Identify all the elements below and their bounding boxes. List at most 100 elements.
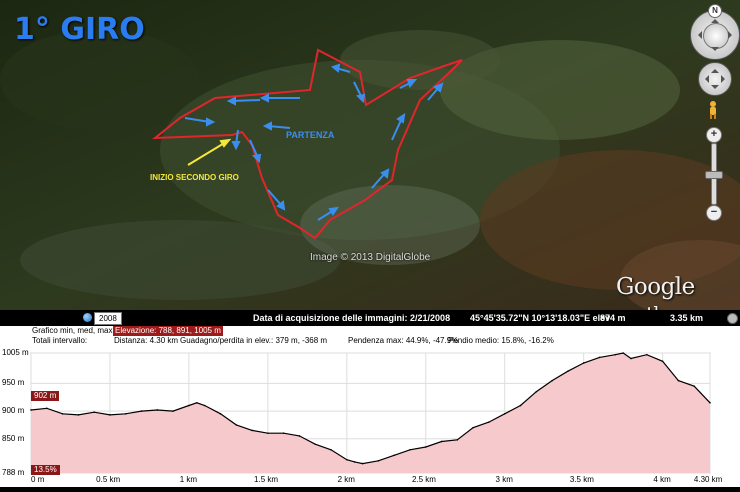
stats-label: Grafico min, med, max: bbox=[32, 326, 115, 335]
elevation-chart[interactable]: 902 m 13.5% 1005 m 950 m 900 m 850 m 788 m 0 … bbox=[0, 347, 740, 487]
elevation-point bbox=[361, 462, 364, 465]
look-right-arrow-icon[interactable] bbox=[721, 75, 729, 83]
elevation-profile-panel[interactable]: Grafico min, med, max: Elevazione: 788, … bbox=[0, 326, 740, 487]
elevation-point bbox=[109, 414, 111, 416]
status-bar: 2008 Data di acquisizione delle immagini… bbox=[0, 310, 740, 326]
elevation-chart-svg[interactable] bbox=[0, 347, 740, 487]
elevation-point bbox=[614, 353, 617, 356]
elevation-point bbox=[661, 360, 664, 363]
look-up-arrow-icon[interactable] bbox=[711, 65, 719, 73]
zoom-out-button[interactable]: − bbox=[706, 205, 722, 221]
satellite-map[interactable]: 1° GIRO PARTENZA INIZIO SECONDO GIRO Ima… bbox=[0, 0, 740, 310]
nav-left-arrow-icon[interactable] bbox=[694, 31, 702, 39]
pointer-elevation: 874 m bbox=[600, 313, 626, 323]
elevation-point bbox=[488, 421, 490, 423]
profile-header-stats: Grafico min, med, max: Elevazione: 788, … bbox=[0, 326, 740, 336]
elevation-stats[interactable]: Elevazione: 788, 891, 1005 m bbox=[113, 326, 223, 336]
elevation-point bbox=[440, 440, 443, 443]
elevation-point bbox=[235, 424, 238, 426]
elevation-point bbox=[393, 454, 395, 457]
logo-product: earth bbox=[616, 303, 666, 310]
north-icon[interactable]: N bbox=[708, 4, 722, 18]
elevation-point bbox=[630, 357, 632, 360]
cursor-slope-tag: 13.5% bbox=[31, 465, 60, 475]
elevation-point bbox=[472, 426, 474, 429]
look-left-arrow-icon[interactable] bbox=[701, 75, 709, 83]
elevation-point bbox=[503, 413, 506, 415]
x-tick-label: 1.5 km bbox=[254, 475, 279, 484]
x-tick-label: 2 km bbox=[337, 475, 355, 484]
elevation-point bbox=[330, 448, 332, 451]
nav-right-arrow-icon[interactable] bbox=[728, 31, 736, 39]
elevation-point bbox=[567, 370, 569, 373]
elevation-point bbox=[598, 356, 601, 359]
acquisition-date: Data di acquisizione delle immagini: 2/2… bbox=[253, 313, 451, 323]
zoom-in-button[interactable]: + bbox=[706, 127, 722, 143]
elevation-point bbox=[677, 379, 680, 382]
y-tick-label: 788 m bbox=[2, 468, 25, 477]
elevation-point bbox=[551, 379, 553, 382]
streaming-indicator-icon bbox=[727, 313, 738, 324]
google-earth-logo: Google earth bbox=[616, 274, 740, 310]
navigation-center[interactable] bbox=[703, 23, 729, 49]
elevation-point bbox=[353, 461, 356, 463]
elevation-point bbox=[156, 409, 159, 411]
nav-down-arrow-icon[interactable] bbox=[711, 47, 719, 55]
zoom-slider-thumb[interactable] bbox=[705, 171, 723, 179]
elevation-point bbox=[30, 409, 32, 411]
x-tick-label: 3 km bbox=[495, 475, 513, 484]
map-title: 1° GIRO bbox=[14, 12, 145, 47]
elevation-point bbox=[219, 413, 222, 415]
elevation-point bbox=[188, 404, 190, 407]
elevation-point bbox=[519, 404, 522, 407]
y-tick-label: 850 m bbox=[2, 433, 25, 443]
x-tick-label: 0 m bbox=[31, 475, 45, 484]
historical-imagery-icon[interactable] bbox=[83, 313, 92, 322]
elevation-point bbox=[282, 432, 285, 434]
elevation-point bbox=[622, 352, 624, 354]
elevation-point bbox=[693, 385, 696, 387]
elevation-point bbox=[409, 448, 411, 451]
elevation-point bbox=[535, 390, 538, 393]
inizio-secondo-giro-label: INIZIO SECONDO GIRO bbox=[150, 173, 239, 182]
elevation-point bbox=[267, 432, 269, 434]
elevation-point bbox=[203, 404, 206, 407]
elevation-gain-loss: Guadagno/perdita in elev.: 379 m, -368 m bbox=[180, 336, 328, 345]
average-slope: Pendio medio: 15.8%, -16.2% bbox=[448, 336, 554, 345]
x-tick-label: 4.30 km bbox=[693, 475, 723, 484]
elevation-point bbox=[45, 407, 48, 410]
eye-altitude: 3.35 km bbox=[670, 313, 704, 323]
y-tick-label: 900 m bbox=[2, 406, 25, 416]
elevation-point bbox=[140, 410, 143, 412]
elevation-point bbox=[314, 443, 317, 446]
logo-brand: Google bbox=[616, 274, 695, 300]
elevation-point bbox=[61, 413, 64, 415]
elevation-point bbox=[196, 401, 198, 404]
look-joystick[interactable] bbox=[698, 62, 732, 96]
elevation-point bbox=[172, 410, 174, 412]
totals-label: Totali intervallo: bbox=[32, 336, 88, 345]
elevation-point bbox=[456, 439, 459, 441]
elevation-point bbox=[646, 353, 648, 356]
imagery-year-badge[interactable]: 2008 bbox=[94, 312, 122, 325]
elevation-point bbox=[124, 413, 127, 415]
y-tick-label: 950 m bbox=[2, 378, 25, 388]
elevation-point bbox=[93, 411, 95, 413]
look-down-arrow-icon[interactable] bbox=[711, 85, 719, 93]
elevation-point bbox=[77, 414, 80, 416]
x-tick-label: 1 km bbox=[179, 475, 198, 484]
elevation-point bbox=[582, 362, 585, 364]
distance-total: Distanza: 4.30 km bbox=[114, 336, 179, 345]
imagery-copyright: Image © 2013 DigitalGlobe bbox=[310, 252, 431, 263]
elevation-point bbox=[709, 401, 711, 404]
elevation-point bbox=[424, 446, 427, 448]
pointer-coordinates: 45°45'35.72"N 10°13'18.03"E elev bbox=[470, 313, 611, 323]
partenza-label: PARTENZA bbox=[286, 130, 335, 140]
pegman-icon[interactable] bbox=[707, 100, 719, 120]
cursor-elevation-tag: 902 m bbox=[31, 391, 60, 401]
y-tick-label: 1005 m bbox=[2, 348, 29, 357]
elevation-point bbox=[346, 458, 348, 461]
x-tick-label: 4 km bbox=[653, 475, 671, 484]
profile-header-totals: Totali intervallo: Distanza: 4.30 km Gua… bbox=[0, 336, 740, 346]
x-tick-label: 3.5 km bbox=[569, 475, 594, 484]
